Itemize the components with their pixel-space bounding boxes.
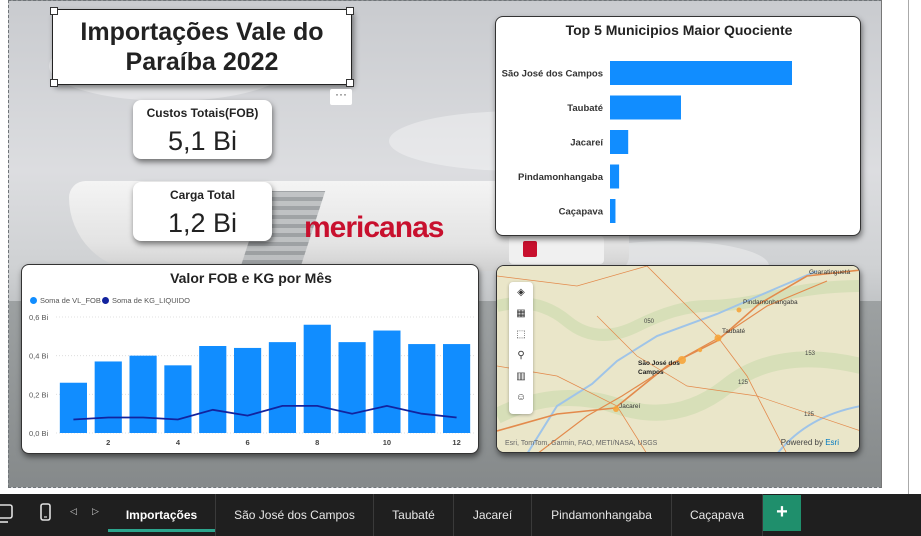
map-toolbar: ◈ ▦ ⬚ ⚲ ▥ ☺	[509, 282, 533, 414]
resize-handle[interactable]	[50, 79, 58, 87]
kpi-carga-label: Carga Total	[169, 188, 236, 202]
bg-airplane-engine	[509, 236, 604, 264]
fob-y-tick-label: 0,2 Bi	[29, 390, 49, 399]
search-icon[interactable]: ⚲	[509, 345, 533, 366]
fob-bar	[94, 361, 122, 433]
tab-sao-jose-dos-campos[interactable]: São José dos Campos	[216, 494, 374, 536]
map-powered-text: Powered by	[780, 438, 823, 447]
qr-select-icon[interactable]: ▦	[509, 303, 533, 324]
top5-bar	[610, 61, 792, 85]
fob-bar	[303, 324, 331, 433]
tab-jacarei[interactable]: Jacareí	[454, 494, 532, 536]
map-road-shield: 050	[644, 319, 655, 325]
report-title: Importações Vale do Paraíba 2022	[80, 18, 324, 76]
top5-category-label: São José dos Campos	[502, 69, 603, 80]
fob-y-tick-label: 0,0 Bi	[29, 429, 49, 438]
fob-bar	[408, 344, 436, 433]
tab-pindamonhangaba[interactable]: Pindamonhangaba	[532, 494, 672, 536]
person-icon[interactable]: ☺	[509, 387, 533, 408]
tab-label: Pindamonhangaba	[551, 508, 652, 522]
map-bubble-pinda[interactable]	[736, 307, 742, 313]
fob-y-tick-label: 0,4 Bi	[29, 352, 49, 361]
kpi-custos-card[interactable]: Custos Totais(FOB) 5,1 Bi	[133, 100, 272, 159]
chart-icon[interactable]: ▥	[509, 366, 533, 387]
desktop-icon[interactable]	[0, 502, 16, 524]
map-powered-brand: Esri	[825, 438, 839, 447]
report-title-card[interactable]: Importações Vale do Paraíba 2022	[50, 7, 354, 87]
top5-chart: São José dos Campos Taubaté Jacareí Pindamo…	[502, 61, 792, 223]
fob-x-tick-label: 10	[383, 438, 391, 447]
tab-label: Taubaté	[392, 508, 435, 522]
map-road-shield: 125	[804, 412, 815, 418]
map-label-guaratingueta: Guaratinguetá	[809, 269, 851, 276]
resize-handle[interactable]	[346, 7, 354, 15]
top5-bar	[610, 130, 629, 154]
tab-label: Importações	[125, 508, 198, 522]
kpi-carga-card[interactable]: Carga Total 1,2 Bi	[133, 182, 272, 241]
fob-bar	[59, 382, 88, 433]
map-road-shield: 125	[738, 380, 749, 386]
fob-x-tick-label: 2	[106, 438, 110, 447]
map-label-jacarei: Jacareí	[619, 403, 641, 410]
kpi-custos-value: 5,1 Bi	[167, 126, 238, 156]
fob-bar	[442, 344, 471, 433]
map-canvas[interactable]: Guaratinguetá Pindamonhangaba Taubaté Sã…	[497, 266, 860, 453]
tab-label: Jacareí	[472, 508, 513, 522]
map-road-shield: 153	[805, 351, 816, 357]
map-card[interactable]: Guaratinguetá Pindamonhangaba Taubaté Sã…	[496, 265, 860, 453]
tab-cacapava[interactable]: Caçapava	[672, 494, 763, 536]
fob-bar	[373, 330, 401, 433]
fob-bar	[268, 342, 297, 433]
top5-bar	[610, 164, 620, 189]
tab-label: São José dos Campos	[234, 508, 355, 522]
fob-bar	[233, 347, 262, 433]
map-label-taubate: Taubaté	[722, 328, 746, 335]
chevron-left-icon[interactable]: ◁	[70, 506, 77, 517]
tab-label: Caçapava	[689, 508, 745, 522]
fob-chart-card[interactable]: Valor FOB e KG por Mês Soma de VL_FOB So…	[21, 264, 479, 454]
report-canvas: mericanas Importações Vale do Paraíba 20…	[0, 0, 921, 494]
tab-importacoes[interactable]: Importações	[108, 494, 216, 536]
fob-bar	[338, 342, 366, 433]
map-attribution: Esri, TomTom, Garmin, FAO, METI/NASA, US…	[505, 440, 658, 447]
tab-taubate[interactable]: Taubaté	[374, 494, 454, 536]
fob-bar	[164, 365, 192, 433]
kpi-carga-value: 1,2 Bi	[167, 208, 238, 238]
fob-x-tick-label: 12	[452, 438, 460, 447]
map-label-pindamonhangaba: Pindamonhangaba	[743, 299, 798, 306]
map-bubble-cacapava[interactable]	[697, 347, 703, 353]
more-options-icon[interactable]: ···	[330, 88, 352, 105]
top5-bar	[610, 95, 681, 120]
top5-category-label: Pindamonhangaba	[518, 172, 604, 183]
bg-airplane-brand: mericanas	[304, 211, 444, 244]
map-label-sjc-line1: São José dos	[638, 360, 680, 367]
resize-handle[interactable]	[50, 7, 58, 15]
fob-y-tick-label: 0,6 Bi	[29, 313, 49, 322]
kpi-custos-label: Custos Totais(FOB)	[146, 106, 259, 120]
rect-select-icon[interactable]: ⬚	[509, 324, 533, 345]
map-label-sjc-line2: Campos	[638, 369, 664, 376]
chevron-right-icon[interactable]: ▷	[92, 506, 99, 517]
phone-icon[interactable]	[38, 502, 54, 524]
fob-x-tick-label: 6	[245, 438, 249, 447]
map-bubble-taubate[interactable]	[714, 334, 722, 342]
resize-handle[interactable]	[346, 79, 354, 87]
fob-chart: 0,0 Bi 0,2 Bi 0,4 Bi 0,6 Bi 2 4 6 8 10 12	[29, 313, 474, 447]
top5-bar	[610, 199, 616, 223]
add-page-button[interactable]: +	[763, 495, 801, 531]
top5-category-label: Jacareí	[570, 138, 603, 149]
fob-x-tick-label: 4	[176, 438, 181, 447]
scrollbar-track[interactable]	[908, 0, 909, 494]
map-powered-by[interactable]: Powered by Esri	[781, 438, 839, 447]
page-divider	[881, 0, 882, 488]
fob-bar	[199, 346, 227, 433]
top5-category-label: Caçapava	[559, 207, 604, 218]
top5-category-label: Taubaté	[567, 103, 603, 114]
top5-chart-card[interactable]: Top 5 Municipios Maior Quociente São Jos…	[495, 16, 861, 236]
fob-bar	[129, 355, 157, 433]
fob-x-tick-label: 8	[315, 438, 319, 447]
scroll-rail[interactable]	[882, 0, 921, 494]
layers-icon[interactable]: ◈	[509, 282, 533, 303]
